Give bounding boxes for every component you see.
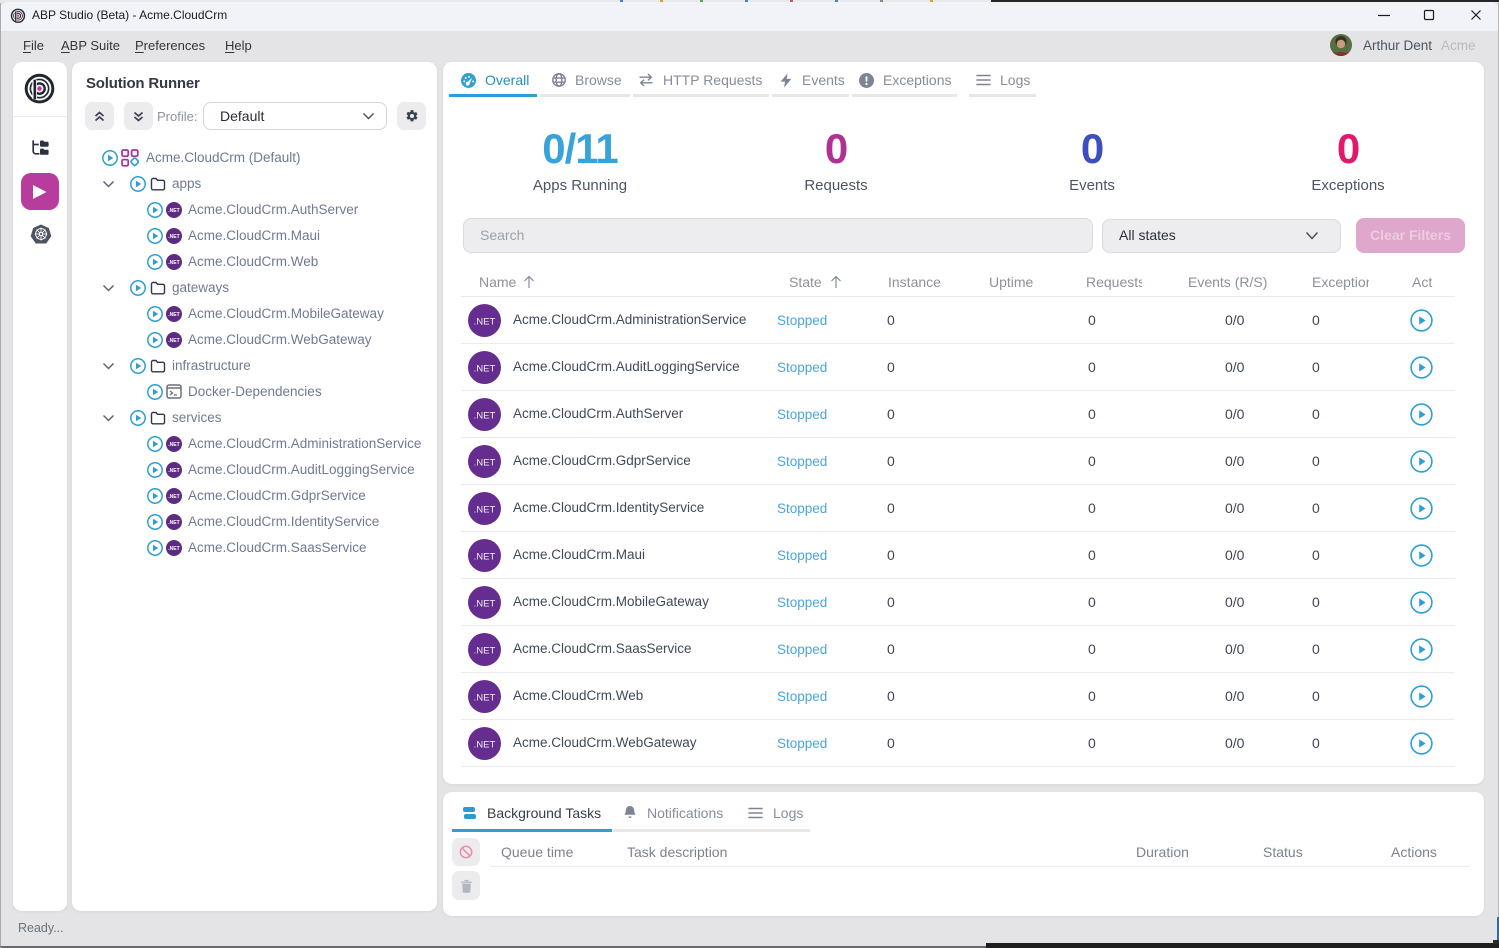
- svg-text:.NET: .NET: [168, 442, 179, 448]
- svg-text:.NET: .NET: [168, 468, 179, 474]
- svg-text:.NET: .NET: [474, 599, 496, 610]
- svg-text:.NET: .NET: [474, 693, 496, 704]
- svg-text:.NET: .NET: [474, 646, 496, 657]
- svg-text:.NET: .NET: [474, 317, 496, 328]
- svg-text:.NET: .NET: [168, 234, 179, 240]
- svg-text:.NET: .NET: [168, 546, 179, 552]
- svg-text:.NET: .NET: [168, 520, 179, 526]
- svg-text:.NET: .NET: [168, 494, 179, 500]
- svg-text:.NET: .NET: [474, 411, 496, 422]
- svg-text:.NET: .NET: [474, 458, 496, 469]
- svg-text:.NET: .NET: [474, 552, 496, 563]
- svg-text:.NET: .NET: [474, 740, 496, 751]
- svg-text:.NET: .NET: [168, 338, 179, 344]
- svg-text:.NET: .NET: [474, 505, 496, 516]
- svg-text:.NET: .NET: [168, 312, 179, 318]
- svg-text:.NET: .NET: [474, 364, 496, 375]
- svg-text:.NET: .NET: [168, 260, 179, 266]
- svg-text:.NET: .NET: [168, 208, 179, 214]
